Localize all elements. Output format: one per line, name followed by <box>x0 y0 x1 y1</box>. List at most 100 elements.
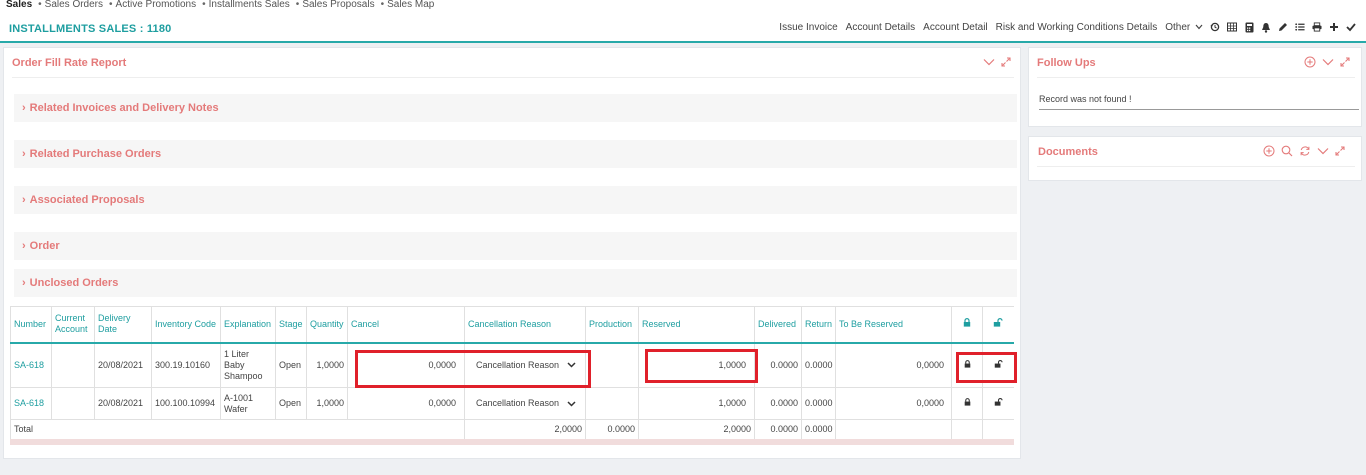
panel-divider <box>1037 77 1355 78</box>
panel-divider <box>1037 166 1355 167</box>
col-delivery-date[interactable]: Delivery Date <box>94 306 152 344</box>
nav-sales-orders[interactable]: Sales Orders <box>45 0 103 10</box>
col-return[interactable]: Return <box>801 306 836 344</box>
cancel-input[interactable]: 0,0000 <box>347 387 465 420</box>
delivery-date-cell: 20/08/2021 <box>94 342 152 388</box>
reserved-input[interactable]: 1,0000 <box>638 387 755 420</box>
bell-icon[interactable] <box>1261 21 1271 33</box>
cancellation-reason-select[interactable]: Cancellation Reason <box>464 387 586 420</box>
col-unlock[interactable] <box>982 306 1014 344</box>
total-empty <box>835 419 952 445</box>
other-menu-label: Other <box>1165 21 1191 33</box>
nav-separator: • <box>295 0 300 10</box>
col-quantity[interactable]: Quantity <box>306 306 348 344</box>
add-circle-icon[interactable] <box>1304 56 1316 68</box>
total-production: 0.0000 <box>585 419 639 445</box>
col-number[interactable]: Number <box>10 306 52 344</box>
panel-divider <box>12 77 1014 78</box>
section-unclosed-orders[interactable]: › Unclosed Orders <box>14 269 1017 297</box>
nav-installments-sales[interactable]: Installments Sales <box>209 0 290 10</box>
highlight-box <box>355 350 591 388</box>
col-delivered[interactable]: Delivered <box>754 306 802 344</box>
chevron-down-icon <box>1195 24 1203 29</box>
current-account-cell <box>51 342 95 388</box>
nav-sales[interactable]: Sales <box>6 0 32 10</box>
calculator-icon[interactable] <box>1244 21 1254 33</box>
to-be-reserved-cell: 0,0000 <box>835 342 952 388</box>
page-title: INSTALLMENTS SALES : 1180 <box>9 23 172 35</box>
section-associated-proposals[interactable]: › Associated Proposals <box>14 186 1017 214</box>
quantity-cell: 1,0000 <box>306 387 348 420</box>
page-header: INSTALLMENTS SALES : 1180 Issue Invoice … <box>0 12 1366 43</box>
total-empty <box>982 419 1014 445</box>
search-icon[interactable] <box>1281 145 1293 157</box>
check-icon[interactable] <box>1346 21 1356 33</box>
nav-separator: • <box>380 0 385 10</box>
top-nav: Sales • Sales Orders • Active Promotions • Ins… <box>0 0 1366 12</box>
collapse-chevron-icon[interactable] <box>1317 147 1329 155</box>
nav-sales-map[interactable]: Sales Map <box>387 0 434 10</box>
nav-sales-proposals[interactable]: Sales Proposals <box>302 0 374 10</box>
highlight-box <box>956 352 1017 383</box>
history-icon[interactable] <box>1210 21 1220 33</box>
panel-controls <box>1304 56 1350 68</box>
order-number-link[interactable]: SA-618 <box>10 387 52 420</box>
explanation-cell: 1 Liter Baby Shampoo <box>220 342 276 388</box>
col-cancel[interactable]: Cancel <box>347 306 465 344</box>
expand-icon[interactable] <box>1335 146 1345 156</box>
nav-active-promotions[interactable]: Active Promotions <box>116 0 197 10</box>
pencil-icon[interactable] <box>1278 21 1288 33</box>
total-return: 0.0000 <box>801 419 836 445</box>
col-current-account[interactable]: Current Account <box>51 306 95 344</box>
section-related-purchase-orders[interactable]: › Related Purchase Orders <box>14 140 1017 168</box>
col-to-be-reserved[interactable]: To Be Reserved <box>835 306 952 344</box>
account-detail-link[interactable]: Account Detail <box>923 22 987 33</box>
follow-ups-panel: Follow Ups Record was not found ! <box>1028 47 1362 127</box>
expand-icon[interactable] <box>1001 57 1011 67</box>
collapse-chevron-icon[interactable] <box>983 58 995 66</box>
risk-working-conditions-link[interactable]: Risk and Working Conditions Details <box>996 22 1158 33</box>
list-icon[interactable] <box>1295 21 1305 33</box>
col-cancellation-reason[interactable]: Cancellation Reason <box>464 306 586 344</box>
refresh-icon[interactable] <box>1299 145 1311 157</box>
section-label: › Associated Proposals <box>22 194 145 206</box>
col-explanation[interactable]: Explanation <box>220 306 276 344</box>
plus-icon[interactable] <box>1329 21 1339 33</box>
stage-cell: Open <box>275 387 307 420</box>
col-production[interactable]: Production <box>585 306 639 344</box>
lock-icon <box>964 398 970 406</box>
account-details-link[interactable]: Account Details <box>846 22 915 33</box>
order-number-link[interactable]: SA-618 <box>10 342 52 388</box>
col-lock[interactable] <box>951 306 983 344</box>
chevron-right-icon: › <box>22 148 26 160</box>
documents-panel: Documents <box>1028 136 1362 181</box>
section-order[interactable]: › Order <box>14 232 1017 260</box>
col-inventory-code[interactable]: Inventory Code <box>151 306 221 344</box>
lock-button[interactable] <box>951 387 983 420</box>
section-related-invoices[interactable]: › Related Invoices and Delivery Notes <box>14 94 1017 122</box>
unlock-button[interactable] <box>982 387 1014 420</box>
total-cancel: 2,0000 <box>464 419 586 445</box>
add-circle-icon[interactable] <box>1263 145 1275 157</box>
chevron-down-icon <box>567 400 576 407</box>
delivered-cell: 0.0000 <box>754 342 802 388</box>
other-menu[interactable]: Other <box>1165 22 1203 33</box>
production-cell <box>585 342 639 388</box>
collapse-chevron-icon[interactable] <box>1322 58 1334 66</box>
total-empty <box>951 419 983 445</box>
table-icon[interactable] <box>1227 21 1237 33</box>
inventory-code-cell: 100.100.10994 <box>151 387 221 420</box>
table-row[interactable]: SA-618 20/08/2021 100.100.10994 A-1001 W… <box>10 387 1014 420</box>
table-header-row: Number Current Account Delivery Date Inv… <box>10 306 1014 344</box>
expand-icon[interactable] <box>1340 57 1350 67</box>
col-stage[interactable]: Stage <box>275 306 307 344</box>
stage-cell: Open <box>275 342 307 388</box>
current-account-cell <box>51 387 95 420</box>
print-icon[interactable] <box>1312 21 1322 33</box>
delivered-cell: 0.0000 <box>754 387 802 420</box>
col-reserved[interactable]: Reserved <box>638 306 755 344</box>
total-delivered: 0.0000 <box>754 419 802 445</box>
select-value: Cancellation Reason <box>476 398 560 408</box>
issue-invoice-link[interactable]: Issue Invoice <box>779 22 837 33</box>
quantity-cell: 1,0000 <box>306 342 348 388</box>
